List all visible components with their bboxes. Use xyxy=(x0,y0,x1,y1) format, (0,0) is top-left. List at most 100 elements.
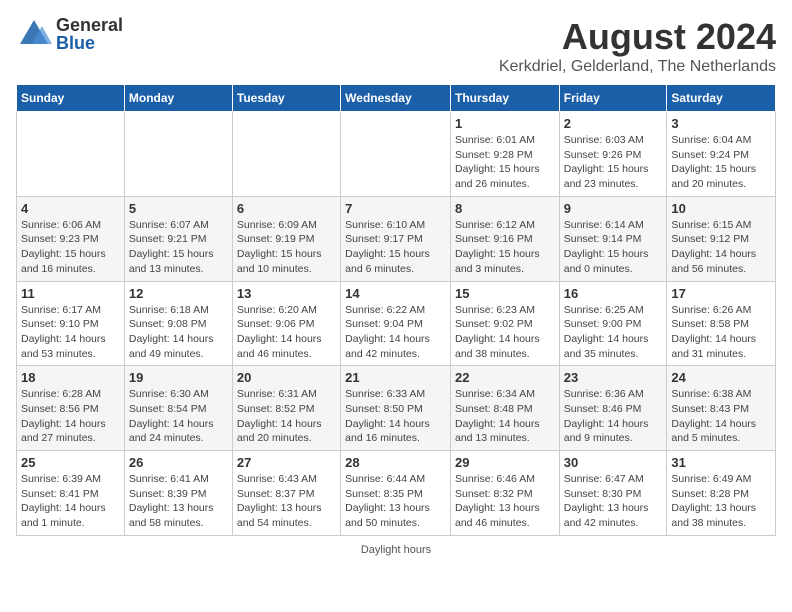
day-number: 16 xyxy=(564,286,663,301)
day-cell: 17 Sunrise: 6:26 AM Sunset: 8:58 PM Dayli… xyxy=(667,281,776,366)
day-number: 18 xyxy=(21,370,120,385)
day-cell: 12 Sunrise: 6:18 AM Sunset: 9:08 PM Dayli… xyxy=(124,281,232,366)
day-cell: 27Sunrise: 6:43 AM Sunset: 8:37 PM Dayli… xyxy=(232,451,340,536)
day-detail: Sunrise: 6:07 AM Sunset: 9:21 PM Dayligh… xyxy=(129,218,228,277)
col-sunday: Sunday xyxy=(17,85,125,112)
day-number: 21 xyxy=(345,370,446,385)
day-cell: 19 Sunrise: 6:30 AM Sunset: 8:54 PM Dayli… xyxy=(124,366,232,451)
title-area: August 2024 Kerkdriel, Gelderland, The N… xyxy=(499,16,776,76)
day-detail: Sunrise: 6:49 AM Sunset: 8:28 PM Dayligh… xyxy=(671,472,771,531)
day-cell: 13 Sunrise: 6:20 AM Sunset: 9:06 PM Dayli… xyxy=(232,281,340,366)
day-detail: Sunrise: 6:30 AM Sunset: 8:54 PM Dayligh… xyxy=(129,387,228,446)
col-friday: Friday xyxy=(559,85,667,112)
day-detail: Sunrise: 6:01 AM Sunset: 9:28 PM Dayligh… xyxy=(455,133,555,192)
day-cell: 4 Sunrise: 6:06 AM Sunset: 9:23 PM Daylig… xyxy=(17,196,125,281)
day-cell: 6 Sunrise: 6:09 AM Sunset: 9:19 PM Daylig… xyxy=(232,196,340,281)
day-cell: 20Sunrise: 6:31 AM Sunset: 8:52 PM Dayli… xyxy=(232,366,340,451)
day-cell: 5 Sunrise: 6:07 AM Sunset: 9:21 PM Daylig… xyxy=(124,196,232,281)
day-detail: Sunrise: 6:23 AM Sunset: 9:02 PM Dayligh… xyxy=(455,303,555,362)
day-detail: Sunrise: 6:43 AM Sunset: 8:37 PM Dayligh… xyxy=(237,472,336,531)
week-row-2: 4 Sunrise: 6:06 AM Sunset: 9:23 PM Daylig… xyxy=(17,196,776,281)
day-detail: Sunrise: 6:17 AM Sunset: 9:10 PM Dayligh… xyxy=(21,303,120,362)
day-cell: 31 Sunrise: 6:49 AM Sunset: 8:28 PM Dayli… xyxy=(667,451,776,536)
week-row-5: 25Sunrise: 6:39 AM Sunset: 8:41 PM Dayli… xyxy=(17,451,776,536)
col-saturday: Saturday xyxy=(667,85,776,112)
day-detail: Sunrise: 6:47 AM Sunset: 8:30 PM Dayligh… xyxy=(564,472,663,531)
week-row-4: 18 Sunrise: 6:28 AM Sunset: 8:56 PM Dayli… xyxy=(17,366,776,451)
day-detail: Sunrise: 6:04 AM Sunset: 9:24 PM Dayligh… xyxy=(671,133,771,192)
day-cell: 2Sunrise: 6:03 AM Sunset: 9:26 PM Daylig… xyxy=(559,112,667,197)
day-number: 26 xyxy=(129,455,228,470)
day-number: 6 xyxy=(237,201,336,216)
day-number: 17 xyxy=(671,286,771,301)
day-detail: Sunrise: 6:15 AM Sunset: 9:12 PM Dayligh… xyxy=(671,218,771,277)
day-cell: 9 Sunrise: 6:14 AM Sunset: 9:14 PM Daylig… xyxy=(559,196,667,281)
day-detail: Sunrise: 6:46 AM Sunset: 8:32 PM Dayligh… xyxy=(455,472,555,531)
day-cell xyxy=(232,112,340,197)
col-tuesday: Tuesday xyxy=(232,85,340,112)
day-number: 9 xyxy=(564,201,663,216)
day-cell: 30 Sunrise: 6:47 AM Sunset: 8:30 PM Dayli… xyxy=(559,451,667,536)
day-detail: Sunrise: 6:41 AM Sunset: 8:39 PM Dayligh… xyxy=(129,472,228,531)
day-detail: Sunrise: 6:14 AM Sunset: 9:14 PM Dayligh… xyxy=(564,218,663,277)
day-detail: Sunrise: 6:25 AM Sunset: 9:00 PM Dayligh… xyxy=(564,303,663,362)
logo: General Blue xyxy=(16,16,123,52)
day-detail: Sunrise: 6:39 AM Sunset: 8:41 PM Dayligh… xyxy=(21,472,120,531)
day-cell: 25Sunrise: 6:39 AM Sunset: 8:41 PM Dayli… xyxy=(17,451,125,536)
day-cell: 11 Sunrise: 6:17 AM Sunset: 9:10 PM Dayli… xyxy=(17,281,125,366)
day-detail: Sunrise: 6:28 AM Sunset: 8:56 PM Dayligh… xyxy=(21,387,120,446)
week-row-1: 1 Sunrise: 6:01 AM Sunset: 9:28 PM Daylig… xyxy=(17,112,776,197)
day-cell: 21Sunrise: 6:33 AM Sunset: 8:50 PM Dayli… xyxy=(341,366,451,451)
logo-text: General Blue xyxy=(56,16,123,52)
day-number: 12 xyxy=(129,286,228,301)
day-cell: 10 Sunrise: 6:15 AM Sunset: 9:12 PM Dayli… xyxy=(667,196,776,281)
day-number: 20 xyxy=(237,370,336,385)
location-subtitle: Kerkdriel, Gelderland, The Netherlands xyxy=(499,58,776,76)
day-detail: Sunrise: 6:06 AM Sunset: 9:23 PM Dayligh… xyxy=(21,218,120,277)
day-number: 5 xyxy=(129,201,228,216)
day-number: 30 xyxy=(564,455,663,470)
day-detail: Sunrise: 6:09 AM Sunset: 9:19 PM Dayligh… xyxy=(237,218,336,277)
day-number: 24 xyxy=(671,370,771,385)
day-detail: Sunrise: 6:34 AM Sunset: 8:48 PM Dayligh… xyxy=(455,387,555,446)
day-number: 7 xyxy=(345,201,446,216)
day-number: 4 xyxy=(21,201,120,216)
day-cell: 22 Sunrise: 6:34 AM Sunset: 8:48 PM Dayli… xyxy=(450,366,559,451)
day-detail: Sunrise: 6:10 AM Sunset: 9:17 PM Dayligh… xyxy=(345,218,446,277)
day-detail: Sunrise: 6:20 AM Sunset: 9:06 PM Dayligh… xyxy=(237,303,336,362)
footer-note: Daylight hours xyxy=(16,544,776,556)
page-header: General Blue August 2024 Kerkdriel, Geld… xyxy=(16,16,776,76)
day-number: 10 xyxy=(671,201,771,216)
day-number: 22 xyxy=(455,370,555,385)
day-detail: Sunrise: 6:12 AM Sunset: 9:16 PM Dayligh… xyxy=(455,218,555,277)
calendar-header: Sunday Monday Tuesday Wednesday Thursday… xyxy=(17,85,776,112)
day-detail: Sunrise: 6:26 AM Sunset: 8:58 PM Dayligh… xyxy=(671,303,771,362)
day-cell: 26 Sunrise: 6:41 AM Sunset: 8:39 PM Dayli… xyxy=(124,451,232,536)
month-title: August 2024 xyxy=(499,16,776,58)
day-detail: Sunrise: 6:03 AM Sunset: 9:26 PM Dayligh… xyxy=(564,133,663,192)
day-number: 1 xyxy=(455,116,555,131)
col-thursday: Thursday xyxy=(450,85,559,112)
day-cell: 16 Sunrise: 6:25 AM Sunset: 9:00 PM Dayli… xyxy=(559,281,667,366)
day-number: 13 xyxy=(237,286,336,301)
day-cell: 7 Sunrise: 6:10 AM Sunset: 9:17 PM Daylig… xyxy=(341,196,451,281)
day-detail: Sunrise: 6:18 AM Sunset: 9:08 PM Dayligh… xyxy=(129,303,228,362)
week-row-3: 11 Sunrise: 6:17 AM Sunset: 9:10 PM Dayli… xyxy=(17,281,776,366)
day-number: 15 xyxy=(455,286,555,301)
day-number: 31 xyxy=(671,455,771,470)
day-cell xyxy=(341,112,451,197)
day-cell: 23Sunrise: 6:36 AM Sunset: 8:46 PM Dayli… xyxy=(559,366,667,451)
calendar-body: 1 Sunrise: 6:01 AM Sunset: 9:28 PM Daylig… xyxy=(17,112,776,536)
day-number: 29 xyxy=(455,455,555,470)
day-cell: 14Sunrise: 6:22 AM Sunset: 9:04 PM Dayli… xyxy=(341,281,451,366)
logo-blue: Blue xyxy=(56,34,123,52)
day-number: 19 xyxy=(129,370,228,385)
day-cell: 18 Sunrise: 6:28 AM Sunset: 8:56 PM Dayli… xyxy=(17,366,125,451)
day-detail: Sunrise: 6:44 AM Sunset: 8:35 PM Dayligh… xyxy=(345,472,446,531)
col-wednesday: Wednesday xyxy=(341,85,451,112)
day-cell xyxy=(17,112,125,197)
day-detail: Sunrise: 6:38 AM Sunset: 8:43 PM Dayligh… xyxy=(671,387,771,446)
day-cell: 8Sunrise: 6:12 AM Sunset: 9:16 PM Daylig… xyxy=(450,196,559,281)
day-number: 11 xyxy=(21,286,120,301)
calendar-table: Sunday Monday Tuesday Wednesday Thursday… xyxy=(16,84,776,536)
